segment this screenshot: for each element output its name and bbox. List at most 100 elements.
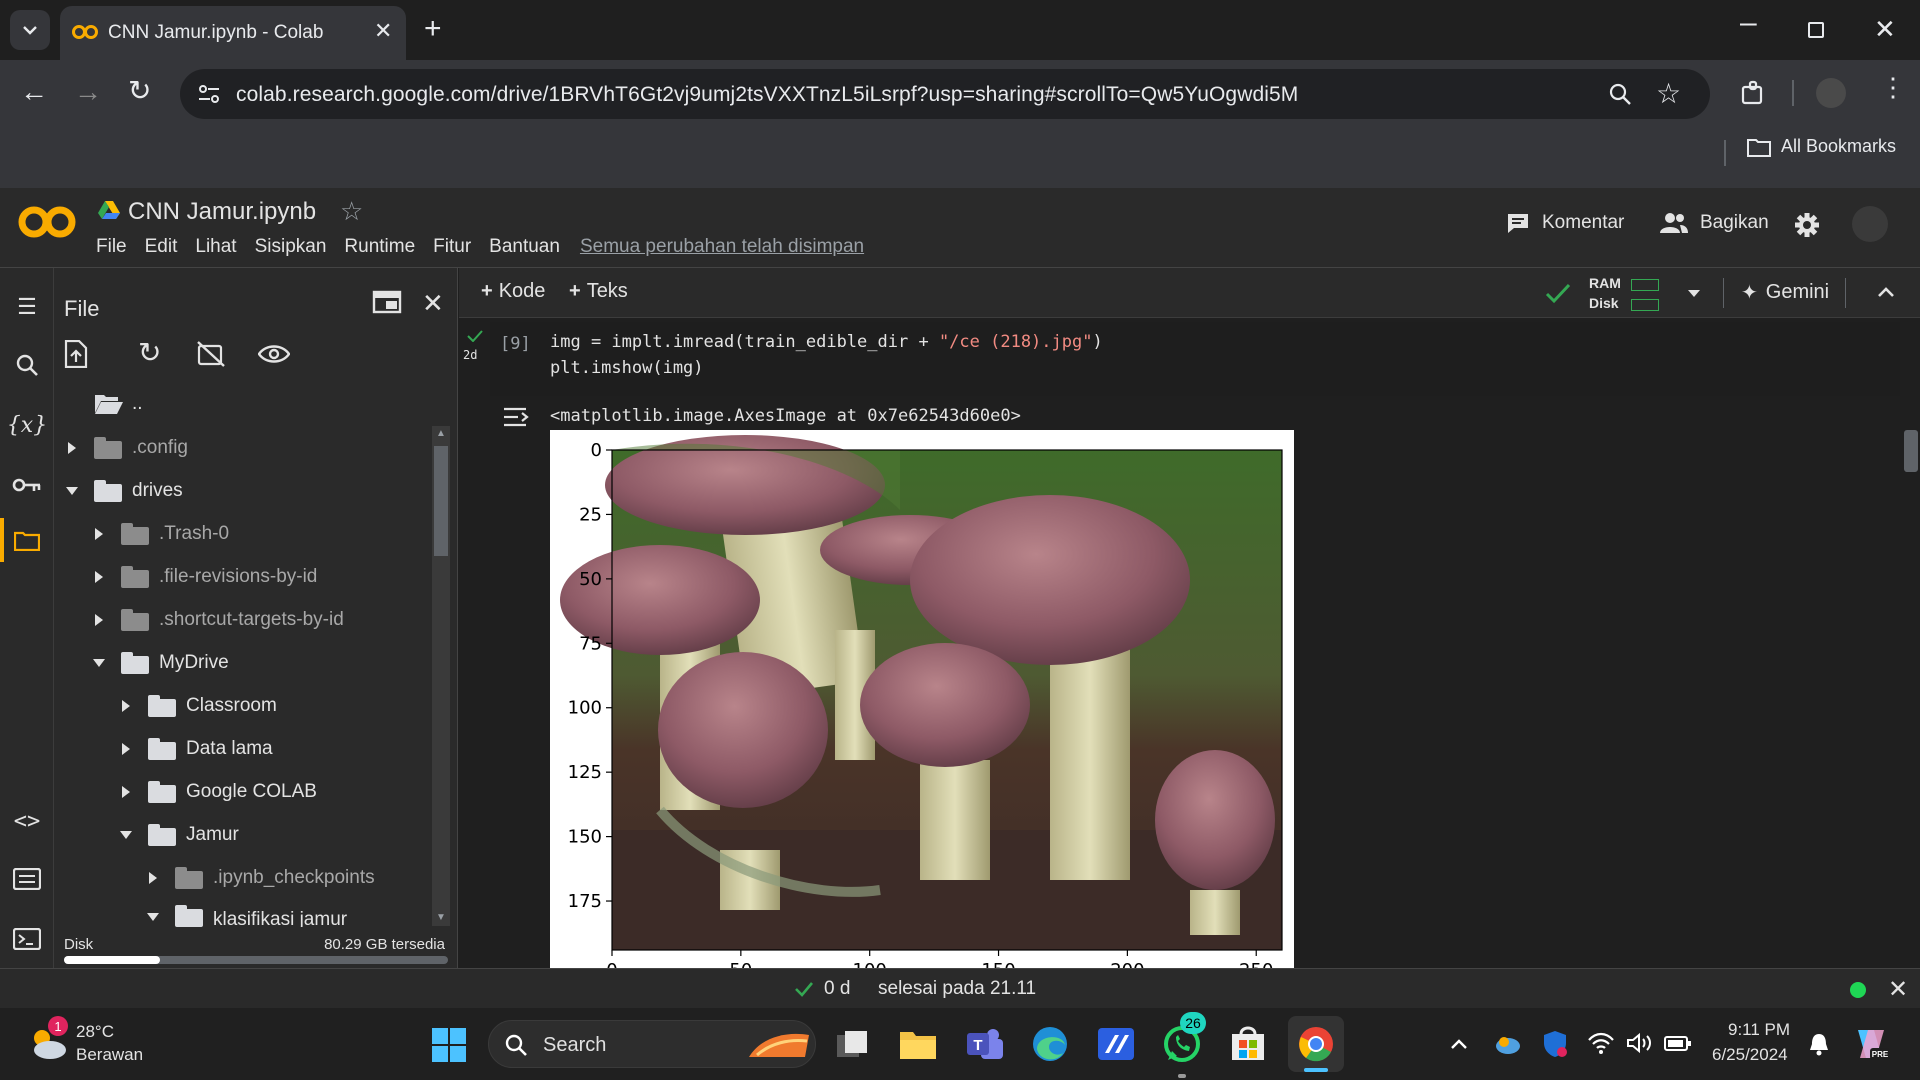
tray-app-icon[interactable] [1494,1032,1522,1056]
minimize-icon[interactable]: – [1740,6,1757,40]
all-bookmarks-button[interactable]: All Bookmarks [1746,136,1896,157]
gemini-button[interactable]: ✦ Gemini [1741,280,1829,305]
tree-item[interactable]: MyDrive [91,643,229,683]
forward-icon[interactable]: → [74,76,102,108]
resource-monitor[interactable]: RAM Disk [1589,273,1709,315]
notebook-title[interactable]: CNN Jamur.ipynb [128,198,316,226]
menu-help[interactable]: Bantuan [489,236,560,258]
tree-item[interactable]: .config [64,428,188,468]
tree-parent-dir[interactable]: .. [94,384,143,424]
notification-bell-icon[interactable] [1808,1032,1830,1056]
menu-runtime[interactable]: Runtime [344,236,415,258]
toc-icon[interactable]: ☰ [0,282,54,332]
tree-item[interactable]: .ipynb_checkpoints [145,858,375,898]
volume-icon[interactable] [1626,1032,1654,1054]
dropdown-arrow-icon[interactable] [1687,289,1701,298]
account-avatar[interactable] [1852,206,1888,242]
clock-time[interactable]: 9:11 PM [1728,1020,1790,1040]
colab-logo-icon[interactable] [18,204,76,240]
files-folder-icon[interactable] [0,516,54,566]
menu-file[interactable]: File [96,236,127,258]
scrollbar[interactable] [432,426,450,926]
security-shield-icon[interactable] [1542,1030,1568,1058]
caret-right-icon[interactable] [145,870,161,886]
teams-icon[interactable]: T [962,1022,1006,1066]
tree-item[interactable]: .file-revisions-by-id [91,557,317,597]
caret-right-icon[interactable] [91,569,107,585]
reload-icon[interactable]: ↻ [128,74,151,107]
caret-right-icon[interactable] [91,526,107,542]
tree-item[interactable]: drives [64,471,183,511]
back-icon[interactable]: ← [20,76,48,108]
command-palette-icon[interactable] [0,854,54,904]
close-status-icon[interactable]: ✕ [1888,975,1908,1004]
code-line-1[interactable]: img = implt.imread(train_edible_dir + "/… [550,332,1103,352]
unmount-drive-icon[interactable] [196,340,226,368]
taskbar-search[interactable]: Search [488,1020,816,1068]
whatsapp-icon[interactable]: 26 [1160,1012,1206,1066]
weather-widget[interactable]: 1 28°C Berawan [24,1016,174,1068]
scrollbar-thumb[interactable] [434,446,448,556]
close-tab-icon[interactable]: ✕ [374,18,392,44]
kebab-menu-icon[interactable]: ⋮ [1880,72,1906,103]
edge-browser-icon[interactable] [1028,1022,1072,1066]
menu-tools[interactable]: Fitur [433,236,471,258]
tree-item[interactable]: .Trash-0 [91,514,229,554]
task-view-icon[interactable] [830,1022,874,1066]
caret-right-icon[interactable] [118,784,134,800]
new-tab-icon[interactable]: + [424,12,442,46]
tab-search-button[interactable] [10,10,50,50]
refresh-icon[interactable]: ↻ [138,336,161,369]
close-panel-icon[interactable]: ✕ [422,288,444,319]
code-snippets-icon[interactable]: <> [0,796,54,846]
upload-file-icon[interactable] [64,340,88,368]
copilot-icon[interactable]: PRE [1852,1026,1890,1062]
caret-down-icon[interactable] [91,655,107,671]
tree-item[interactable]: Classroom [118,686,277,726]
menu-insert[interactable]: Sisipkan [255,236,327,258]
caret-down-icon[interactable] [118,827,134,843]
caret-right-icon[interactable] [64,440,80,456]
profile-avatar[interactable] [1816,78,1846,108]
chevron-up-icon[interactable] [1877,286,1895,298]
terminal-icon[interactable] [0,914,54,964]
notebook-scrollbar-thumb[interactable] [1904,430,1918,472]
caret-right-icon[interactable] [118,698,134,714]
search-icon[interactable] [0,340,54,390]
settings-gear-icon[interactable] [1794,212,1820,238]
menu-edit[interactable]: Edit [145,236,178,258]
browser-tab[interactable]: CNN Jamur.ipynb - Colab ✕ [60,6,406,60]
save-status[interactable]: Semua perubahan telah disimpan [580,236,864,258]
code-line-2[interactable]: plt.imshow(img) [550,358,704,378]
windows-start-icon[interactable] [432,1028,466,1062]
chrome-icon[interactable] [1288,1016,1344,1072]
battery-icon[interactable] [1664,1034,1692,1052]
bookmark-star-icon[interactable]: ☆ [1656,77,1681,110]
tree-item[interactable]: .shortcut-targets-by-id [91,600,344,640]
caret-down-icon[interactable] [64,483,80,499]
scroll-up-icon[interactable]: ▲ [436,428,446,439]
caret-right-icon[interactable] [91,612,107,628]
address-bar[interactable]: colab.research.google.com/drive/1BRVhT6G… [180,69,1710,119]
tree-item[interactable]: Data lama [118,729,273,769]
extensions-icon[interactable] [1740,80,1766,106]
open-in-tab-icon[interactable] [372,290,402,314]
zoom-icon[interactable] [1608,82,1632,106]
comment-button[interactable]: Komentar [1506,212,1624,234]
app-icon[interactable] [1094,1022,1138,1066]
restore-icon[interactable] [1808,22,1824,38]
close-window-icon[interactable]: ✕ [1874,14,1896,45]
star-icon[interactable]: ☆ [340,196,363,227]
output-collapse-icon[interactable] [502,406,530,428]
secrets-key-icon[interactable] [0,460,54,510]
variables-icon[interactable]: {x} [0,400,54,450]
wifi-icon[interactable] [1588,1032,1614,1054]
caret-down-icon[interactable] [145,909,161,925]
chevron-up-icon[interactable] [1450,1038,1468,1050]
caret-right-icon[interactable] [118,741,134,757]
clock-date[interactable]: 6/25/2024 [1712,1045,1788,1065]
eye-icon[interactable] [258,344,290,364]
add-text-button[interactable]: + Teks [569,280,628,303]
add-code-button[interactable]: + Kode [481,280,545,303]
code-cell[interactable]: [9] img = implt.imread(train_edible_dir … [490,322,1900,396]
